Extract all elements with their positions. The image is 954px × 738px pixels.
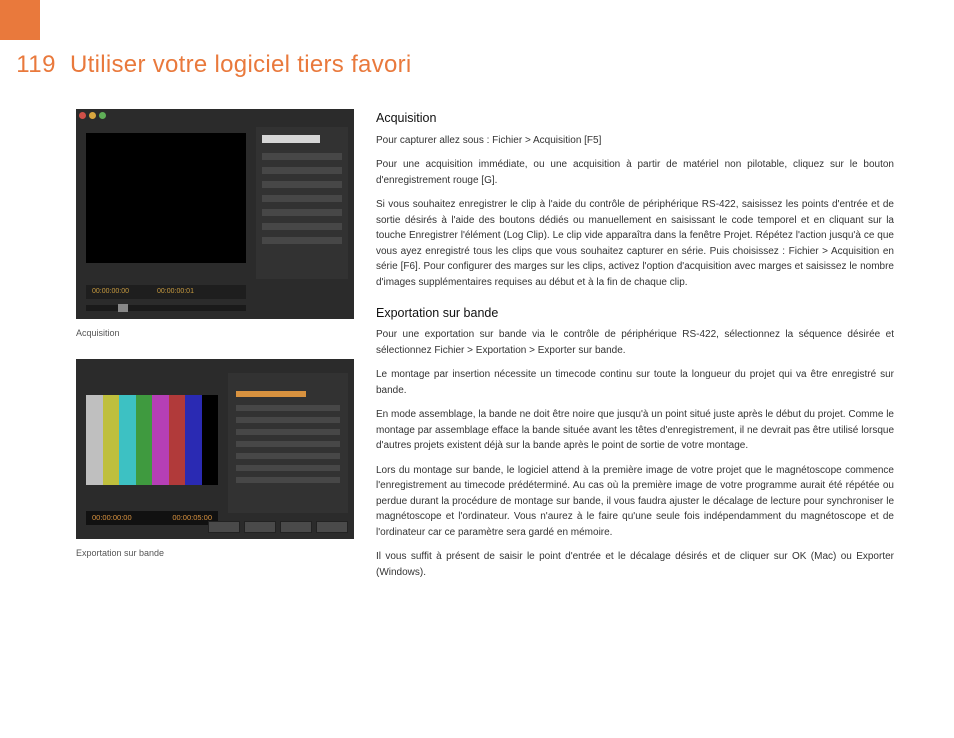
section-heading: Acquisition: [376, 109, 894, 128]
dialog-button: [280, 521, 312, 533]
panel-row: [236, 477, 340, 483]
zoom-icon: [99, 112, 106, 119]
minimize-icon: [89, 112, 96, 119]
dialog-button: [316, 521, 348, 533]
close-icon: [79, 112, 86, 119]
timecode-bar: 00:00:00:00 00:00:05:00: [86, 511, 218, 525]
panel-row: [236, 417, 340, 423]
content-columns: 00:00:00:00 00:00:00:01 Acquisition: [0, 109, 894, 589]
panel-row: [262, 167, 342, 174]
timecode-bar: 00:00:00:00 00:00:00:01: [86, 285, 246, 299]
panel-row: [236, 465, 340, 471]
page-title: Utiliser votre logiciel tiers favori: [70, 46, 412, 83]
panel-row: [262, 153, 342, 160]
page: 119 Utiliser votre logiciel tiers favori: [0, 0, 954, 738]
dialog-button: [244, 521, 276, 533]
paragraph: Le montage par insertion nécessite un ti…: [376, 367, 894, 398]
panel-row: [262, 195, 342, 202]
panel-row: [236, 453, 340, 459]
timecode-in: 00:00:00:00: [92, 287, 129, 298]
paragraph: Pour capturer allez sous : Fichier > Acq…: [376, 133, 894, 149]
panel-row: [262, 237, 342, 244]
figure-caption: Exportation sur bande: [76, 547, 354, 561]
scrub-bar: [86, 305, 246, 311]
paragraph: Si vous souhaitez enregistrer le clip à …: [376, 197, 894, 290]
main-text: Acquisition Pour capturer allez sous : F…: [376, 109, 894, 589]
section-heading: Exportation sur bande: [376, 304, 894, 323]
timecode-in: 00:00:00:00: [92, 512, 132, 524]
paragraph: Lors du montage sur bande, le logiciel a…: [376, 463, 894, 541]
figure-acquisition: 00:00:00:00 00:00:00:01: [76, 109, 354, 319]
timecode-out: 00:00:00:01: [157, 287, 194, 298]
paragraph: En mode assemblage, la bande ne doit êtr…: [376, 407, 894, 454]
figure-export-to-tape: 00:00:00:00 00:00:05:00: [76, 359, 354, 539]
paragraph: Il vous suffit à présent de saisir le po…: [376, 549, 894, 580]
panel-row: [236, 429, 340, 435]
page-header: 119 Utiliser votre logiciel tiers favori: [0, 46, 894, 83]
preview-area: [86, 133, 246, 263]
panel-row: [262, 181, 342, 188]
panel-row: [262, 209, 342, 216]
figure-caption: Acquisition: [76, 327, 354, 341]
paragraph: Pour une acquisition immédiate, ou une a…: [376, 157, 894, 188]
panel-heading: [262, 135, 320, 143]
paragraph: Pour une exportation sur bande via le co…: [376, 327, 894, 358]
timecode-out: 00:00:05:00: [172, 512, 212, 524]
panel-highlight: [236, 391, 306, 397]
color-bars: [86, 395, 218, 485]
export-settings-panel: [228, 373, 348, 513]
sidebar: 00:00:00:00 00:00:00:01 Acquisition: [76, 109, 354, 589]
panel-row: [236, 405, 340, 411]
page-number: 119: [0, 46, 56, 83]
corner-accent: [0, 0, 40, 40]
dialog-buttons: [208, 521, 348, 533]
dialog-button: [208, 521, 240, 533]
panel-row: [236, 441, 340, 447]
capture-settings-panel: [256, 127, 348, 279]
window-controls: [76, 109, 109, 122]
panel-row: [262, 223, 342, 230]
